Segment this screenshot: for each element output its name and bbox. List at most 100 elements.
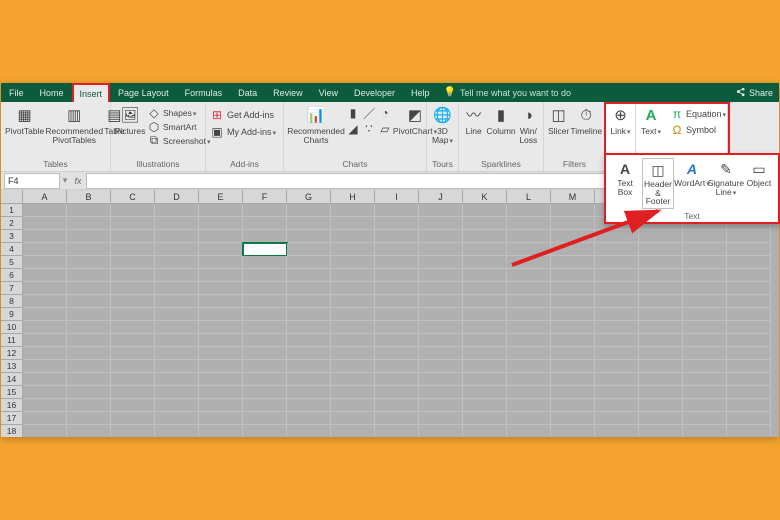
cell-D9[interactable] (155, 308, 199, 321)
cell-C3[interactable] (111, 230, 155, 243)
row-header-7[interactable]: 7 (1, 282, 23, 295)
select-all-corner[interactable] (1, 190, 23, 203)
cell-I3[interactable] (375, 230, 419, 243)
cell-D1[interactable] (155, 204, 199, 217)
cell-I5[interactable] (375, 256, 419, 269)
column-header-F[interactable]: F (243, 190, 287, 203)
cell-E12[interactable] (199, 347, 243, 360)
namebox-dropdown[interactable]: ▾ (60, 175, 70, 186)
cell-G15[interactable] (287, 386, 331, 399)
cell-I2[interactable] (375, 217, 419, 230)
sparkline-column-button[interactable]: ▮Column (486, 104, 515, 136)
tab-view[interactable]: View (311, 83, 346, 102)
cell-C11[interactable] (111, 334, 155, 347)
cell-L10[interactable] (507, 321, 551, 334)
cell-H2[interactable] (331, 217, 375, 230)
tab-help[interactable]: Help (403, 83, 438, 102)
cell-H11[interactable] (331, 334, 375, 347)
column-header-H[interactable]: H (331, 190, 375, 203)
cell-I6[interactable] (375, 269, 419, 282)
cell-K18[interactable] (463, 425, 507, 437)
cell-M16[interactable] (551, 399, 595, 412)
cell-D17[interactable] (155, 412, 199, 425)
cell-H5[interactable] (331, 256, 375, 269)
cell-A13[interactable] (23, 360, 67, 373)
cell-I12[interactable] (375, 347, 419, 360)
column-header-M[interactable]: M (551, 190, 595, 203)
cell-M14[interactable] (551, 373, 595, 386)
cell-P6[interactable] (683, 269, 727, 282)
name-box[interactable]: F4 (4, 173, 60, 189)
cell-O9[interactable] (639, 308, 683, 321)
cell-N13[interactable] (595, 360, 639, 373)
cell-A18[interactable] (23, 425, 67, 437)
cell-L2[interactable] (507, 217, 551, 230)
cell-O4[interactable] (639, 243, 683, 256)
cell-B18[interactable] (67, 425, 111, 437)
cell-G17[interactable] (287, 412, 331, 425)
cell-H1[interactable] (331, 204, 375, 217)
cell-I7[interactable] (375, 282, 419, 295)
cell-D16[interactable] (155, 399, 199, 412)
cell-L5[interactable] (507, 256, 551, 269)
cell-J12[interactable] (419, 347, 463, 360)
cell-K17[interactable] (463, 412, 507, 425)
column-header-K[interactable]: K (463, 190, 507, 203)
cell-D10[interactable] (155, 321, 199, 334)
cell-Q8[interactable] (727, 295, 771, 308)
cell-F18[interactable] (243, 425, 287, 437)
row-header-17[interactable]: 17 (1, 412, 23, 425)
cell-F1[interactable] (243, 204, 287, 217)
cell-D7[interactable] (155, 282, 199, 295)
cell-C8[interactable] (111, 295, 155, 308)
cell-J18[interactable] (419, 425, 463, 437)
row-header-4[interactable]: 4 (1, 243, 23, 256)
tab-review[interactable]: Review (265, 83, 311, 102)
cell-K9[interactable] (463, 308, 507, 321)
cell-K2[interactable] (463, 217, 507, 230)
cell-H3[interactable] (331, 230, 375, 243)
cell-G7[interactable] (287, 282, 331, 295)
row-header-10[interactable]: 10 (1, 321, 23, 334)
screenshot-button[interactable]: ⧉Screenshot (147, 134, 211, 147)
slicer-button[interactable]: ◫Slicer (548, 104, 569, 136)
cell-Q3[interactable] (727, 230, 771, 243)
cell-D5[interactable] (155, 256, 199, 269)
cell-J8[interactable] (419, 295, 463, 308)
row-header-14[interactable]: 14 (1, 373, 23, 386)
cell-A16[interactable] (23, 399, 67, 412)
cell-H14[interactable] (331, 373, 375, 386)
cell-C13[interactable] (111, 360, 155, 373)
row-header-3[interactable]: 3 (1, 230, 23, 243)
column-header-E[interactable]: E (199, 190, 243, 203)
cell-N12[interactable] (595, 347, 639, 360)
cell-P7[interactable] (683, 282, 727, 295)
cell-M10[interactable] (551, 321, 595, 334)
cell-J13[interactable] (419, 360, 463, 373)
cell-K14[interactable] (463, 373, 507, 386)
cell-L1[interactable] (507, 204, 551, 217)
cell-A11[interactable] (23, 334, 67, 347)
cell-E6[interactable] (199, 269, 243, 282)
cell-J9[interactable] (419, 308, 463, 321)
cell-B14[interactable] (67, 373, 111, 386)
cell-N5[interactable] (595, 256, 639, 269)
cell-N15[interactable] (595, 386, 639, 399)
cell-A14[interactable] (23, 373, 67, 386)
cell-F17[interactable] (243, 412, 287, 425)
cell-O18[interactable] (639, 425, 683, 437)
cell-A17[interactable] (23, 412, 67, 425)
cell-M8[interactable] (551, 295, 595, 308)
cell-G8[interactable] (287, 295, 331, 308)
cell-B6[interactable] (67, 269, 111, 282)
cell-B7[interactable] (67, 282, 111, 295)
area-chart-icon[interactable]: ◢ (346, 123, 360, 135)
cell-N8[interactable] (595, 295, 639, 308)
cell-I13[interactable] (375, 360, 419, 373)
cell-J3[interactable] (419, 230, 463, 243)
cell-E16[interactable] (199, 399, 243, 412)
cell-C2[interactable] (111, 217, 155, 230)
cell-O6[interactable] (639, 269, 683, 282)
column-header-C[interactable]: C (111, 190, 155, 203)
cell-B8[interactable] (67, 295, 111, 308)
